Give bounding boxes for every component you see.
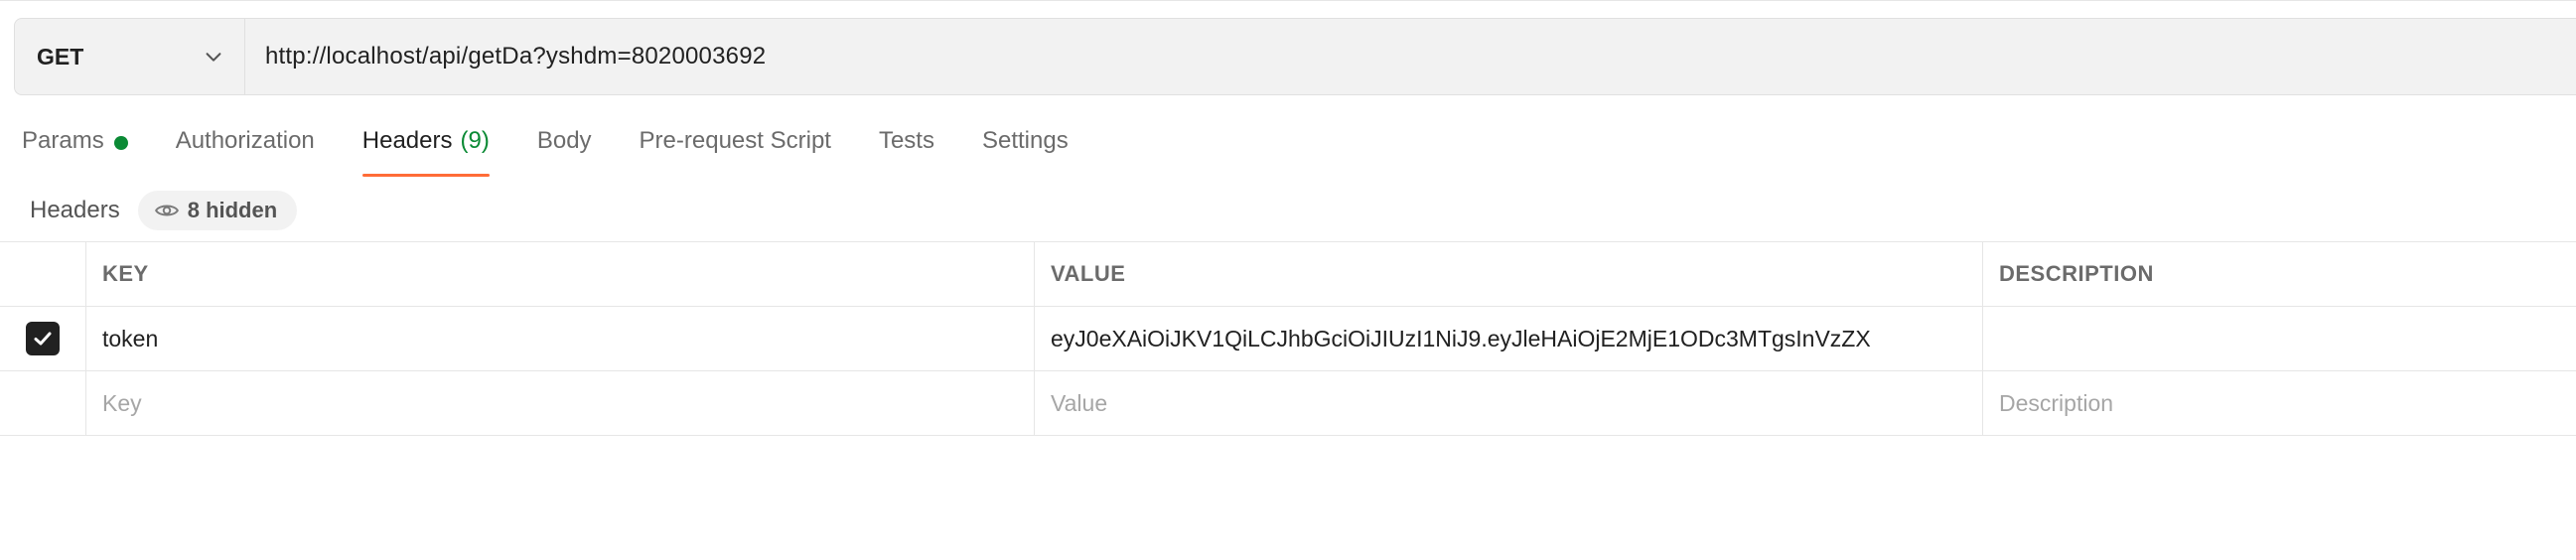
- table-row: token eyJ0eXAiOiJKV1QiLCJhbGciOiJIUzI1Ni…: [0, 307, 2576, 371]
- table-header-row: KEY VALUE DESCRIPTION: [0, 241, 2576, 307]
- params-active-dot: [113, 136, 128, 150]
- new-value-input[interactable]: Value: [1035, 371, 1983, 435]
- tab-label: Pre-request Script: [639, 127, 831, 154]
- new-description-input[interactable]: Description: [1983, 371, 2576, 435]
- table-row-empty: Key Value Description: [0, 371, 2576, 436]
- top-divider: [0, 0, 2576, 1]
- headers-title: Headers: [30, 197, 120, 223]
- request-bar: GET http://localhost/api/getDa?yshdm=802…: [14, 18, 2576, 95]
- new-key-input[interactable]: Key: [86, 371, 1035, 435]
- tab-headers[interactable]: Headers (9): [361, 127, 490, 177]
- checkmark-icon: [34, 332, 52, 346]
- tab-label: Settings: [981, 127, 1069, 154]
- tab-label: Tests: [878, 127, 934, 154]
- request-tabs: Params Authorization Headers (9) Body Pr…: [22, 127, 1116, 177]
- empty-checkbox-cell: [0, 371, 86, 435]
- headers-subheader: Headers 8 hidden: [30, 189, 298, 232]
- checkbox-column-header: [0, 242, 86, 306]
- tab-params[interactable]: Params: [22, 127, 128, 177]
- tab-label: Params: [22, 127, 104, 154]
- method-label: GET: [37, 43, 84, 70]
- hidden-count-label: 8 hidden: [187, 198, 278, 222]
- hidden-headers-toggle[interactable]: 8 hidden: [137, 191, 298, 230]
- key-column-header: KEY: [86, 242, 1035, 306]
- method-selector[interactable]: GET: [15, 19, 245, 94]
- value-column-header: VALUE: [1035, 242, 1983, 306]
- header-key-cell[interactable]: token: [86, 307, 1035, 370]
- headers-table: KEY VALUE DESCRIPTION token eyJ0eXAiOiJK…: [0, 241, 2576, 436]
- row-checkbox-cell: [0, 307, 86, 370]
- chevron-down-icon: [206, 53, 221, 62]
- description-column-header: DESCRIPTION: [1999, 261, 2154, 286]
- header-value-cell[interactable]: eyJ0eXAiOiJKV1QiLCJhbGciOiJIUzI1NiJ9.eyJ…: [1035, 307, 1983, 370]
- headers-count: (9): [460, 127, 490, 154]
- tab-body[interactable]: Body: [537, 127, 592, 177]
- tab-tests[interactable]: Tests: [879, 127, 934, 177]
- header-description-cell[interactable]: [1983, 307, 2576, 370]
- tab-label: Authorization: [175, 127, 315, 154]
- tab-label: Headers: [361, 127, 453, 154]
- eye-icon: [154, 205, 179, 216]
- row-enabled-checkbox[interactable]: [26, 322, 60, 355]
- url-input[interactable]: http://localhost/api/getDa?yshdm=8020003…: [245, 43, 766, 70]
- tab-settings[interactable]: Settings: [982, 127, 1069, 177]
- tab-label: Body: [536, 127, 592, 154]
- tab-authorization[interactable]: Authorization: [176, 127, 315, 177]
- tab-pre-request-script[interactable]: Pre-request Script: [640, 127, 831, 177]
